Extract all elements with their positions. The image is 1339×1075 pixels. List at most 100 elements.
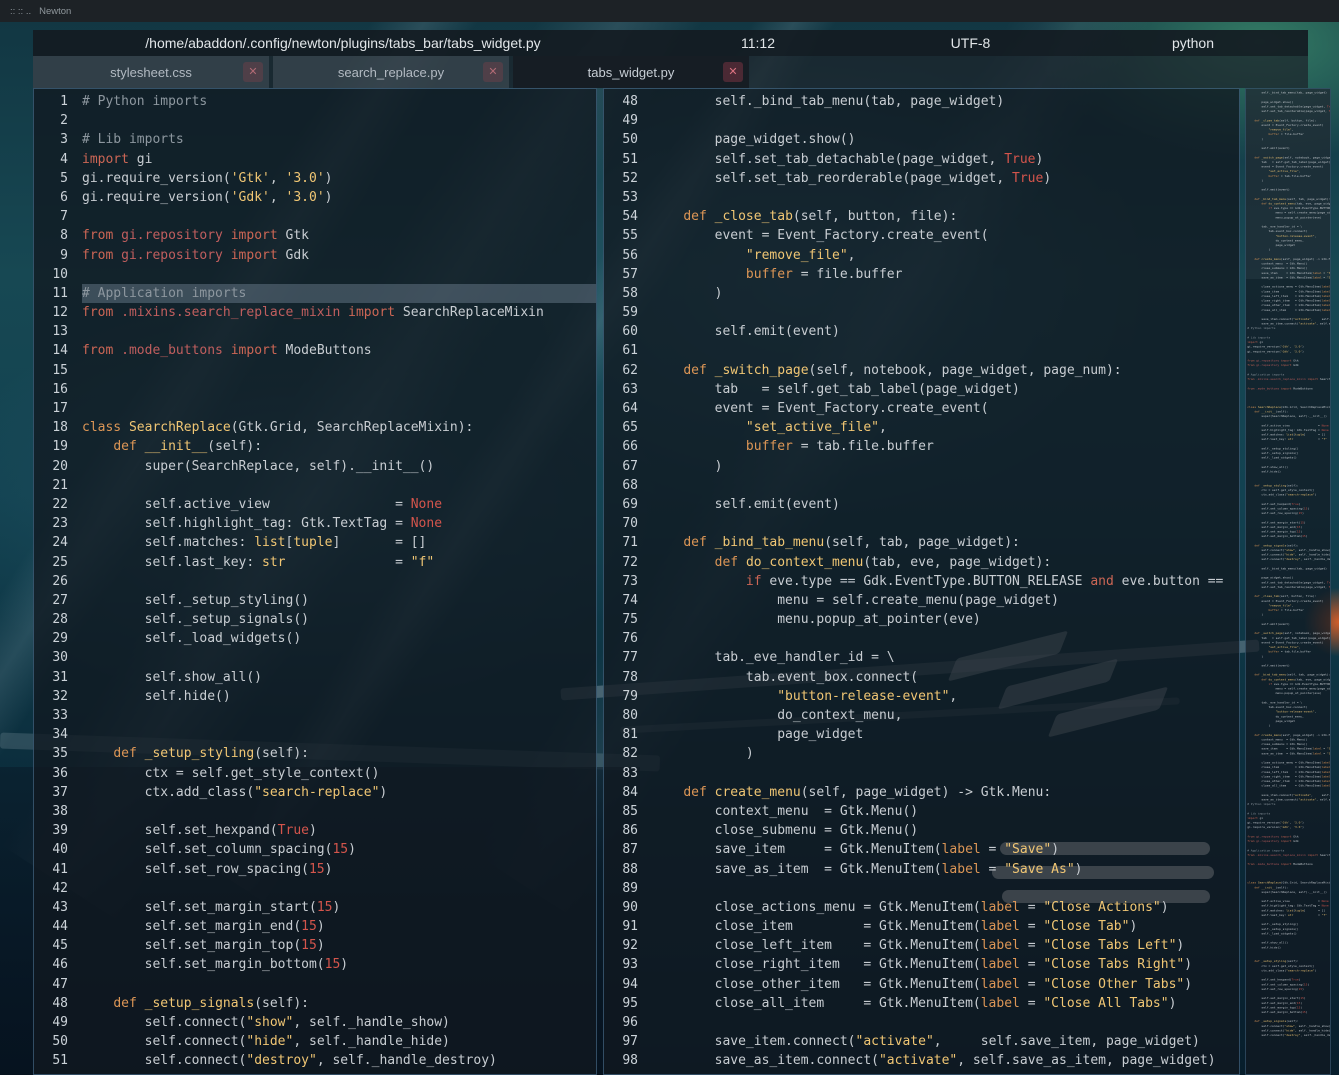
code-line[interactable]: 53 xyxy=(604,188,1239,207)
code-line[interactable]: 16 xyxy=(34,380,596,399)
code-line[interactable]: 59 xyxy=(604,303,1239,322)
tab-close-icon[interactable]: ✕ xyxy=(483,62,503,82)
code-line[interactable]: 96 xyxy=(604,1013,1239,1032)
code-line[interactable]: 90 close_actions_menu = Gtk.MenuItem(lab… xyxy=(604,898,1239,917)
code-line[interactable]: 65 "set_active_file", xyxy=(604,418,1239,437)
code-line[interactable]: 19 def __init__(self): xyxy=(34,437,596,456)
code-line[interactable]: 82 ) xyxy=(604,744,1239,763)
code-line[interactable]: 41 self.set_row_spacing(15) xyxy=(34,860,596,879)
code-line[interactable]: 36 ctx = self.get_style_context() xyxy=(34,764,596,783)
code-line[interactable]: 68 xyxy=(604,476,1239,495)
code-line[interactable]: 49 xyxy=(604,111,1239,130)
code-line[interactable]: 87 save_item = Gtk.MenuItem(label = "Sav… xyxy=(604,840,1239,859)
tab-close-icon[interactable]: ✕ xyxy=(243,62,263,82)
code-line[interactable]: 39 self.set_hexpand(True) xyxy=(34,821,596,840)
code-line[interactable]: 81 page_widget xyxy=(604,725,1239,744)
code-line[interactable]: 52 xyxy=(34,1071,596,1075)
code-line[interactable]: 71 def _bind_tab_menu(self, tab, page_wi… xyxy=(604,533,1239,552)
code-line[interactable]: 92 close_left_item = Gtk.MenuItem(label … xyxy=(604,936,1239,955)
code-line[interactable]: 20 super(SearchReplace, self).__init__() xyxy=(34,457,596,476)
code-line[interactable]: 34 xyxy=(34,725,596,744)
code-line[interactable]: 28 self._setup_signals() xyxy=(34,610,596,629)
code-line[interactable]: 88 save_as_item = Gtk.MenuItem(label = "… xyxy=(604,860,1239,879)
code-line[interactable]: 77 tab._eve_handler_id = \ xyxy=(604,648,1239,667)
code-line[interactable]: 50 self.connect("hide", self._handle_hid… xyxy=(34,1032,596,1051)
code-line[interactable]: 29 self._load_widgets() xyxy=(34,629,596,648)
code-line[interactable]: 30 xyxy=(34,648,596,667)
code-pane-right[interactable]: 48 self._bind_tab_menu(tab, page_widget)… xyxy=(603,88,1240,1075)
code-line[interactable]: 9from gi.repository import Gdk xyxy=(34,246,596,265)
language-indicator[interactable]: python xyxy=(1078,35,1308,51)
tab-search-replace-py[interactable]: search_replace.py✕ xyxy=(273,56,509,88)
code-line[interactable]: 7 xyxy=(34,207,596,226)
code-line[interactable]: 45 self.set_margin_top(15) xyxy=(34,936,596,955)
code-line[interactable]: 76 xyxy=(604,629,1239,648)
code-line[interactable]: 51 self.connect("destroy", self._handle_… xyxy=(34,1051,596,1070)
code-line[interactable]: 6gi.require_version('Gdk', '3.0') xyxy=(34,188,596,207)
code-line[interactable]: 10 xyxy=(34,265,596,284)
code-line[interactable]: 95 close_all_item = Gtk.MenuItem(label =… xyxy=(604,994,1239,1013)
code-line[interactable]: 57 buffer = file.buffer xyxy=(604,265,1239,284)
code-line[interactable]: 44 self.set_margin_end(15) xyxy=(34,917,596,936)
code-line[interactable]: 47 xyxy=(34,975,596,994)
code-line[interactable]: 93 close_right_item = Gtk.MenuItem(label… xyxy=(604,955,1239,974)
encoding-indicator[interactable]: UTF-8 xyxy=(863,35,1078,51)
code-line[interactable]: 1# Python imports xyxy=(34,92,596,111)
minimap[interactable]: self._bind_tab_menu(tab, page_widget) pa… xyxy=(1245,88,1331,1075)
code-line[interactable]: 23 self.highlight_tag: Gtk.TextTag = Non… xyxy=(34,514,596,533)
code-line[interactable]: 51 self.set_tab_detachable(page_widget, … xyxy=(604,150,1239,169)
code-line[interactable]: 52 self.set_tab_reorderable(page_widget,… xyxy=(604,169,1239,188)
code-line[interactable]: 55 event = Event_Factory.create_event( xyxy=(604,226,1239,245)
code-line[interactable]: 97 save_item.connect("activate", self.sa… xyxy=(604,1032,1239,1051)
code-line[interactable]: 50 page_widget.show() xyxy=(604,130,1239,149)
code-line[interactable]: 83 xyxy=(604,764,1239,783)
code-line[interactable]: 26 xyxy=(34,572,596,591)
code-line[interactable]: 64 event = Event_Factory.create_event( xyxy=(604,399,1239,418)
code-line[interactable]: 3# Lib imports xyxy=(34,130,596,149)
code-line[interactable]: 89 xyxy=(604,879,1239,898)
code-line[interactable]: 31 self.show_all() xyxy=(34,668,596,687)
code-line[interactable]: 40 self.set_column_spacing(15) xyxy=(34,840,596,859)
code-line[interactable]: 74 menu = self.create_menu(page_widget) xyxy=(604,591,1239,610)
code-line[interactable]: 72 def do_context_menu(tab, eve, page_wi… xyxy=(604,553,1239,572)
code-line[interactable]: 17 xyxy=(34,399,596,418)
code-line[interactable]: 37 ctx.add_class("search-replace") xyxy=(34,783,596,802)
code-line[interactable]: 49 self.connect("show", self._handle_sho… xyxy=(34,1013,596,1032)
code-line[interactable]: 21 xyxy=(34,476,596,495)
code-line[interactable]: 54 def _close_tab(self, button, file): xyxy=(604,207,1239,226)
code-line[interactable]: 15 xyxy=(34,361,596,380)
code-line[interactable]: 46 self.set_margin_bottom(15) xyxy=(34,955,596,974)
code-line[interactable]: 43 self.set_margin_start(15) xyxy=(34,898,596,917)
code-line[interactable]: 48 self._bind_tab_menu(tab, page_widget) xyxy=(604,92,1239,111)
code-line[interactable]: 80 do_context_menu, xyxy=(604,706,1239,725)
code-line[interactable]: 73 if eve.type == Gdk.EventType.BUTTON_R… xyxy=(604,572,1239,591)
code-line[interactable]: 11# Application imports xyxy=(34,284,596,303)
code-line[interactable]: 2 xyxy=(34,111,596,130)
code-line[interactable]: 48 def _setup_signals(self): xyxy=(34,994,596,1013)
code-line[interactable]: 5gi.require_version('Gtk', '3.0') xyxy=(34,169,596,188)
tab-tabs-widget-py[interactable]: tabs_widget.py✕ xyxy=(513,56,749,88)
code-line[interactable]: 13 xyxy=(34,322,596,341)
code-line[interactable]: 60 self.emit(event) xyxy=(604,322,1239,341)
code-line[interactable]: 94 close_other_item = Gtk.MenuItem(label… xyxy=(604,975,1239,994)
code-line[interactable]: 61 xyxy=(604,341,1239,360)
code-line[interactable]: 63 tab = self.get_tab_label(page_widget) xyxy=(604,380,1239,399)
window-titlebar[interactable]: :: :: .. Newton xyxy=(0,0,1339,22)
code-line[interactable]: 86 close_submenu = Gtk.Menu() xyxy=(604,821,1239,840)
code-line[interactable]: 69 self.emit(event) xyxy=(604,495,1239,514)
code-line[interactable]: 35 def _setup_styling(self): xyxy=(34,744,596,763)
code-line[interactable]: 66 buffer = tab.file.buffer xyxy=(604,437,1239,456)
code-line[interactable]: 67 ) xyxy=(604,457,1239,476)
code-line[interactable]: 38 xyxy=(34,802,596,821)
code-pane-left[interactable]: 1# Python imports23# Lib imports4import … xyxy=(33,88,597,1075)
code-line[interactable]: 56 "remove_file", xyxy=(604,246,1239,265)
code-line[interactable]: 91 close_item = Gtk.MenuItem(label = "Cl… xyxy=(604,917,1239,936)
code-line[interactable]: 8from gi.repository import Gtk xyxy=(34,226,596,245)
code-line[interactable]: 32 self.hide() xyxy=(34,687,596,706)
code-line[interactable]: 75 menu.popup_at_pointer(eve) xyxy=(604,610,1239,629)
code-line[interactable]: 62 def _switch_page(self, notebook, page… xyxy=(604,361,1239,380)
code-line[interactable]: 24 self.matches: list[tuple] = [] xyxy=(34,533,596,552)
code-line[interactable]: 25 self.last_key: str = "f" xyxy=(34,553,596,572)
code-line[interactable]: 85 context_menu = Gtk.Menu() xyxy=(604,802,1239,821)
code-line[interactable]: 33 xyxy=(34,706,596,725)
